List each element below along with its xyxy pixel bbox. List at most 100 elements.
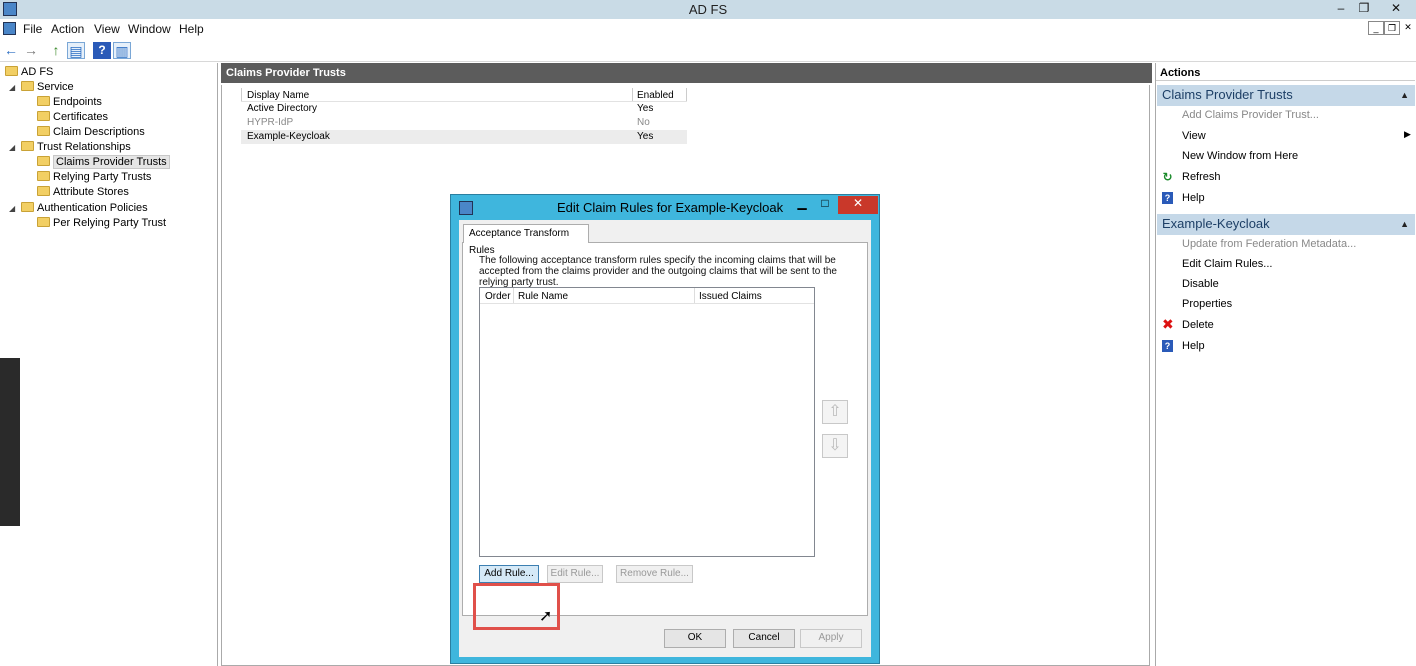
show-hide-action-pane-icon[interactable]: ▥	[113, 42, 131, 59]
collapse-triangle-icon[interactable]: ▲	[1400, 85, 1409, 105]
action-view[interactable]: View	[1182, 129, 1206, 143]
folder-icon	[37, 126, 50, 136]
tree-item-attribute-stores[interactable]: Attribute Stores	[37, 185, 129, 200]
action-new-window-from-here[interactable]: New Window from Here	[1182, 149, 1298, 163]
rules-list[interactable]: Order Rule Name Issued Claims	[479, 287, 815, 557]
forward-arrow-icon[interactable]: →	[22, 42, 40, 59]
cancel-button[interactable]: Cancel	[733, 629, 795, 648]
action-edit-claim-rules[interactable]: Edit Claim Rules...	[1182, 257, 1272, 271]
dialog-minimize-button[interactable]: ▁	[790, 196, 814, 212]
mdi-minimize-button[interactable]: _	[1368, 21, 1384, 35]
edit-claim-rules-dialog: Edit Claim Rules for Example-Keycloak ▁ …	[450, 194, 880, 664]
help-icon: ?	[1162, 340, 1173, 352]
column-separator[interactable]	[694, 288, 695, 303]
results-pane-title: Claims Provider Trusts	[221, 63, 1152, 83]
title-bar: AD FS – ❐ ✕	[0, 0, 1416, 19]
column-header-underline	[480, 303, 814, 304]
edit-rule-button[interactable]: Edit Rule...	[547, 565, 603, 583]
folder-icon	[37, 96, 50, 106]
table-row[interactable]: Active Directory Yes	[241, 102, 687, 116]
actions-pane-title: Actions	[1156, 66, 1415, 81]
collapse-icon[interactable]: ◢	[9, 83, 15, 92]
column-separator[interactable]	[686, 88, 687, 102]
action-help[interactable]: Help	[1182, 191, 1205, 205]
tree-item-authentication-policies[interactable]: Authentication Policies	[21, 201, 148, 216]
action-delete[interactable]: Delete	[1182, 318, 1214, 332]
column-header-issued-claims[interactable]: Issued Claims	[699, 290, 762, 303]
tree-item-per-relying-party-trust[interactable]: Per Relying Party Trust	[37, 216, 166, 231]
folder-icon	[37, 156, 50, 166]
dialog-close-button[interactable]: ✕	[838, 196, 878, 214]
menu-help[interactable]: Help	[179, 22, 204, 36]
folder-icon	[21, 81, 34, 91]
tree-item-certificates[interactable]: Certificates	[37, 110, 108, 125]
mmc-console-icon[interactable]	[3, 22, 16, 35]
help-icon[interactable]: ?	[93, 42, 111, 59]
column-separator	[241, 88, 242, 102]
delete-icon: ✖	[1162, 316, 1174, 332]
action-refresh[interactable]: Refresh	[1182, 170, 1221, 184]
close-button[interactable]: ✕	[1376, 0, 1416, 18]
tree-item-claims-provider-trusts[interactable]: Claims Provider Trusts	[37, 155, 170, 170]
folder-icon	[5, 66, 18, 76]
mouse-cursor-icon: ➚	[539, 608, 553, 625]
remove-rule-button[interactable]: Remove Rule...	[616, 565, 693, 583]
show-hide-console-tree-icon[interactable]: ▤	[67, 42, 85, 59]
tree-item-relying-party-trusts[interactable]: Relying Party Trusts	[37, 170, 151, 185]
tree-root-adfs[interactable]: AD FS	[5, 65, 53, 80]
action-properties[interactable]: Properties	[1182, 297, 1232, 311]
move-down-arrow-icon[interactable]: ⇩	[822, 434, 848, 458]
table-row[interactable]: Example-Keycloak Yes	[241, 130, 687, 144]
column-header-order[interactable]: Order	[485, 290, 511, 303]
folder-icon	[37, 186, 50, 196]
actions-pane: Actions Claims Provider Trusts ▲ Add Cla…	[1155, 63, 1416, 666]
tab-panel: The following acceptance transform rules…	[462, 242, 868, 616]
tab-acceptance-transform-rules[interactable]: Acceptance Transform Rules	[463, 224, 589, 256]
tree-item-trust-relationships[interactable]: Trust Relationships	[21, 140, 131, 155]
help-icon: ?	[1162, 192, 1173, 204]
collapse-icon[interactable]: ◢	[9, 204, 15, 213]
column-header-rule-name[interactable]: Rule Name	[518, 290, 568, 303]
action-add-claims-provider-trust[interactable]: Add Claims Provider Trust...	[1182, 108, 1319, 122]
menu-action[interactable]: Action	[51, 22, 84, 36]
rules-description: The following acceptance transform rules…	[479, 255, 837, 288]
mdi-close-button[interactable]: ✕	[1400, 21, 1416, 35]
column-separator[interactable]	[632, 88, 633, 102]
folder-icon	[21, 202, 34, 212]
menu-view[interactable]: View	[94, 22, 120, 36]
menu-window[interactable]: Window	[128, 22, 171, 36]
toolbar: ← → ↑ ▤ ? ▥	[0, 39, 1416, 62]
dialog-maximize-button[interactable]: □	[813, 196, 837, 212]
menu-file[interactable]: File	[23, 22, 42, 36]
section-example-keycloak[interactable]: Example-Keycloak ▲	[1157, 214, 1415, 235]
tree-item-endpoints[interactable]: Endpoints	[37, 95, 102, 110]
dialog-body: Acceptance Transform Rules The following…	[459, 220, 871, 657]
mdi-restore-button[interactable]: ❐	[1384, 21, 1400, 35]
table-row[interactable]: HYPR-IdP No	[241, 116, 687, 130]
collapse-triangle-icon[interactable]: ▲	[1400, 214, 1409, 234]
add-rule-button[interactable]: Add Rule...	[479, 565, 539, 583]
back-arrow-icon[interactable]: ←	[2, 42, 20, 59]
adfs-dialog-icon	[459, 201, 473, 215]
refresh-icon: ↻	[1162, 170, 1173, 184]
column-separator[interactable]	[513, 288, 514, 303]
folder-icon	[37, 111, 50, 121]
dialog-title-bar[interactable]: Edit Claim Rules for Example-Keycloak ▁ …	[451, 195, 879, 220]
folder-icon	[37, 217, 50, 227]
collapse-icon[interactable]: ◢	[9, 143, 15, 152]
restore-button[interactable]: ❐	[1350, 0, 1378, 18]
ok-button[interactable]: OK	[664, 629, 726, 648]
tree-item-service[interactable]: Service	[21, 80, 74, 95]
up-folder-icon[interactable]: ↑	[47, 42, 65, 59]
section-claims-provider-trusts[interactable]: Claims Provider Trusts ▲	[1157, 85, 1415, 106]
dialog-title: Edit Claim Rules for Example-Keycloak	[557, 200, 784, 215]
menu-bar: File Action View Window Help	[0, 19, 1416, 39]
action-update-from-federation-metadata[interactable]: Update from Federation Metadata...	[1182, 237, 1356, 251]
folder-icon	[21, 141, 34, 151]
apply-button[interactable]: Apply	[800, 629, 862, 648]
tree-item-claim-descriptions[interactable]: Claim Descriptions	[37, 125, 145, 140]
action-help-keycloak[interactable]: Help	[1182, 339, 1205, 353]
move-up-arrow-icon[interactable]: ⇧	[822, 400, 848, 424]
submenu-arrow-icon: ▶	[1404, 129, 1411, 139]
action-disable[interactable]: Disable	[1182, 277, 1219, 291]
